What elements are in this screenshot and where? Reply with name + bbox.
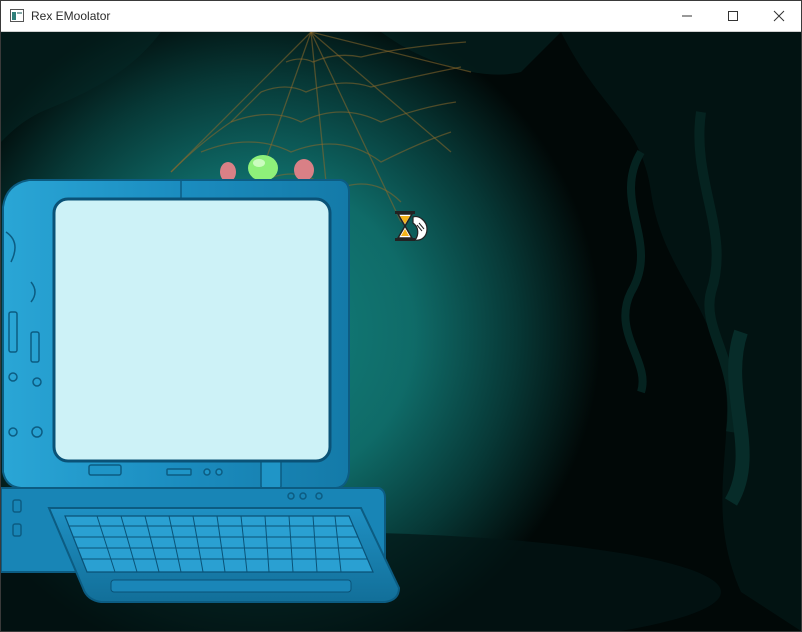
monitor-screen-content	[54, 199, 330, 461]
close-button[interactable]	[756, 1, 802, 31]
maximize-icon	[728, 11, 738, 21]
close-icon	[773, 10, 785, 22]
window-title: Rex EMoolator	[31, 9, 111, 23]
app-icon	[10, 9, 24, 22]
minimize-icon	[682, 15, 692, 17]
game-scene[interactable]	[1, 32, 801, 631]
app-window: Rex EMoolator	[0, 0, 802, 632]
minimize-button[interactable]	[664, 1, 710, 31]
title-bar[interactable]: Rex EMoolator	[1, 1, 801, 32]
right-ear	[294, 159, 314, 181]
computer-keyboard	[47, 507, 401, 603]
maximize-button[interactable]	[710, 1, 756, 31]
green-indicator-light	[248, 155, 278, 181]
